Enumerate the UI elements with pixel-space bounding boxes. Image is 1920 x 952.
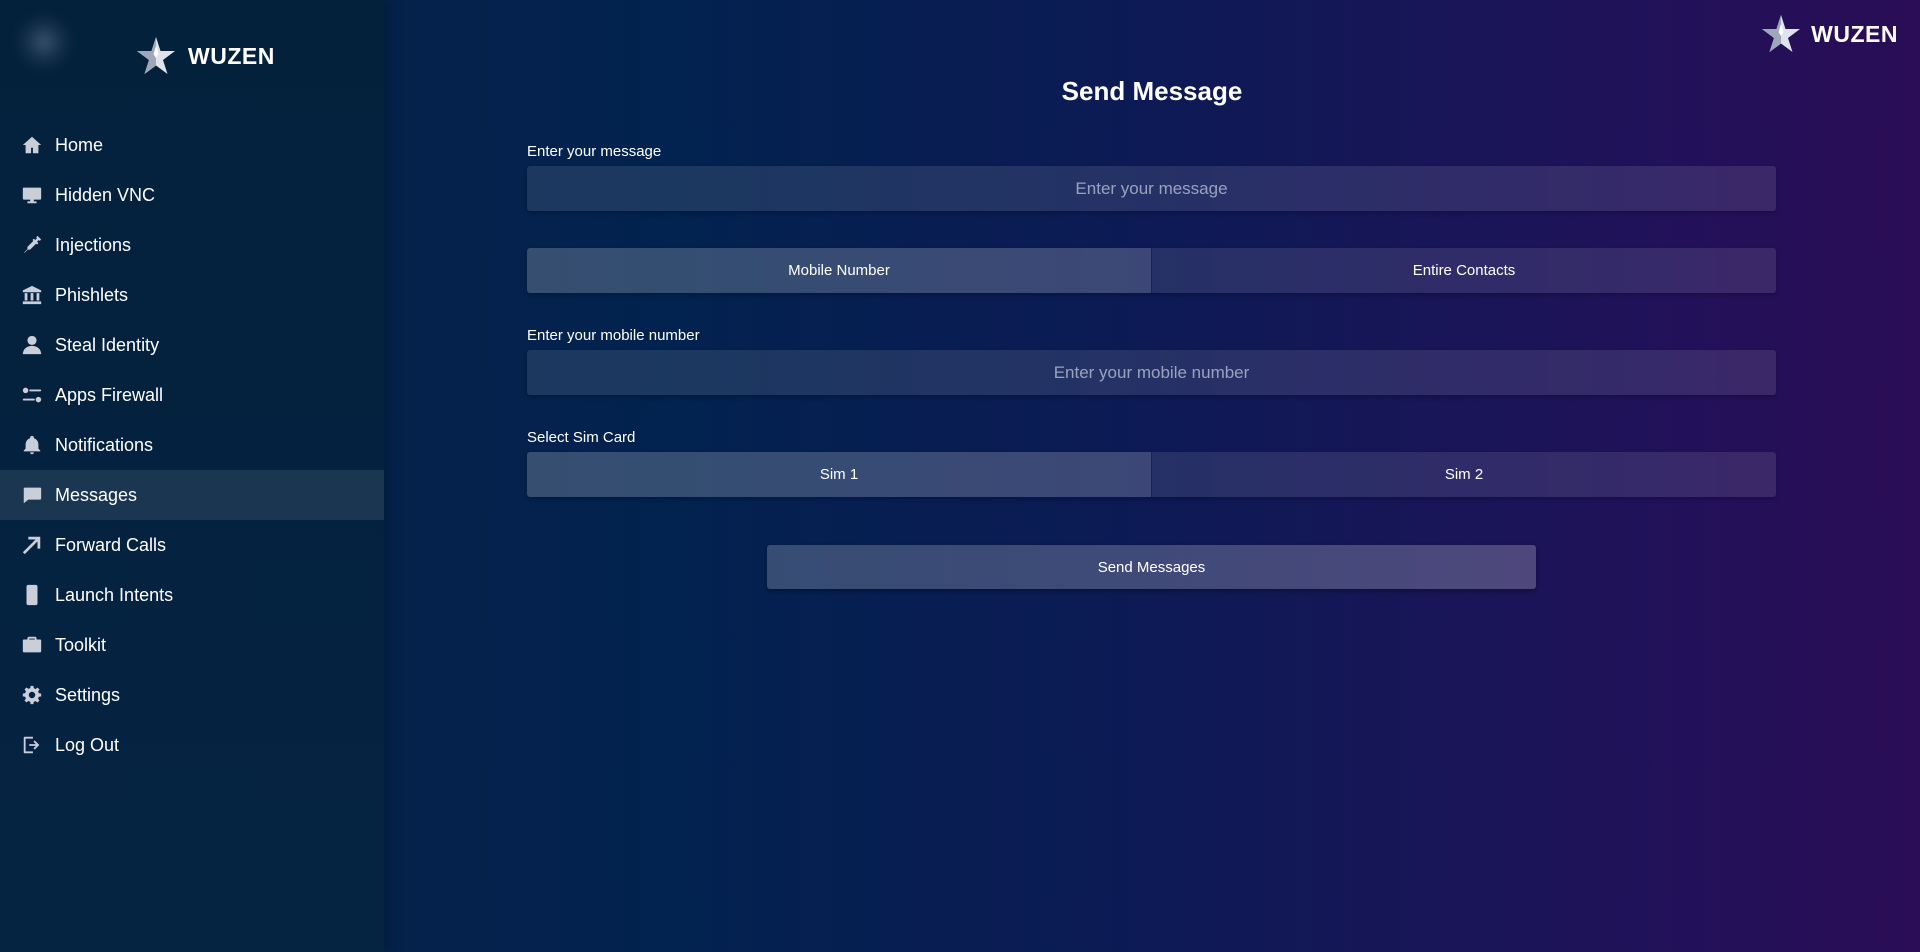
brand-logo: WUZEN [134,34,275,78]
sidebar-item-home[interactable]: Home [0,120,384,170]
sidebar-item-label: Steal Identity [55,334,160,355]
sidebar-item-label: Log Out [55,734,120,755]
chat-icon [20,483,44,507]
sidebar-item-messages[interactable]: Messages [0,470,384,520]
syringe-icon [20,233,44,257]
star-logo-icon [1762,15,1801,52]
mobile-number-label: Enter your mobile number [527,327,700,344]
star-logo-icon [137,37,175,74]
toggles-icon [20,383,44,407]
recipient-mode-toggle: Mobile Number Entire Contacts [527,248,1776,293]
message-label: Enter your message [527,143,662,160]
sidebar-item-label: Apps Firewall [55,384,164,405]
sidebar-item-label: Toolkit [55,634,107,655]
logout-icon [20,733,44,757]
send-messages-button[interactable]: Send Messages [767,545,1536,589]
gear-icon [20,683,44,707]
bell-icon [20,433,44,457]
sidebar-item-label: Notifications [55,434,154,455]
sidebar-item-label: Messages [55,484,138,505]
sidebar-item-forward-calls[interactable]: Forward Calls [0,520,384,570]
sidebar-item-toolkit[interactable]: Toolkit [0,620,384,670]
sidebar-item-hidden-vnc[interactable]: Hidden VNC [0,170,384,220]
sidebar-item-label: Home [55,134,104,155]
user-icon [20,333,44,357]
page-title: Send Message [1061,76,1243,106]
sidebar-item-label: Phishlets [55,284,129,305]
sim-2-option[interactable]: Sim 2 [1151,452,1776,497]
sidebar-nav: Home Hidden VNC Injections Phishlets Ste… [0,120,384,770]
sidebar: WUZEN Home Hidden VNC Injections Phishle… [0,0,384,952]
sim-card-label: Select Sim Card [527,429,636,446]
sim-card-toggle: Sim 1 Sim 2 [527,452,1776,497]
mobile-number-option[interactable]: Mobile Number [527,248,1151,293]
arrow-up-right-icon [20,533,44,557]
sidebar-item-label: Injections [55,234,132,255]
sidebar-item-label: Hidden VNC [55,184,156,205]
sidebar-item-steal-identity[interactable]: Steal Identity [0,320,384,370]
sidebar-item-label: Forward Calls [55,534,167,555]
monitor-icon [20,183,44,207]
phone-icon [20,583,44,607]
sidebar-item-launch-intents[interactable]: Launch Intents [0,570,384,620]
sidebar-item-injections[interactable]: Injections [0,220,384,270]
brand-name: WUZEN [188,42,275,69]
mobile-number-input[interactable] [527,350,1776,395]
header-brand-logo: WUZEN [1759,12,1898,56]
message-input[interactable] [527,166,1776,211]
sidebar-item-settings[interactable]: Settings [0,670,384,720]
sidebar-item-apps-firewall[interactable]: Apps Firewall [0,370,384,420]
home-icon [20,133,44,157]
sidebar-item-phishlets[interactable]: Phishlets [0,270,384,320]
bank-icon [20,283,44,307]
entire-contacts-option[interactable]: Entire Contacts [1151,248,1776,293]
briefcase-icon [20,633,44,657]
sidebar-item-label: Launch Intents [55,584,174,605]
sidebar-item-label: Settings [55,684,121,705]
avatar[interactable] [14,12,74,72]
brand-name: WUZEN [1811,20,1898,47]
sidebar-item-notifications[interactable]: Notifications [0,420,384,470]
sidebar-item-log-out[interactable]: Log Out [0,720,384,770]
sim-1-option[interactable]: Sim 1 [527,452,1151,497]
